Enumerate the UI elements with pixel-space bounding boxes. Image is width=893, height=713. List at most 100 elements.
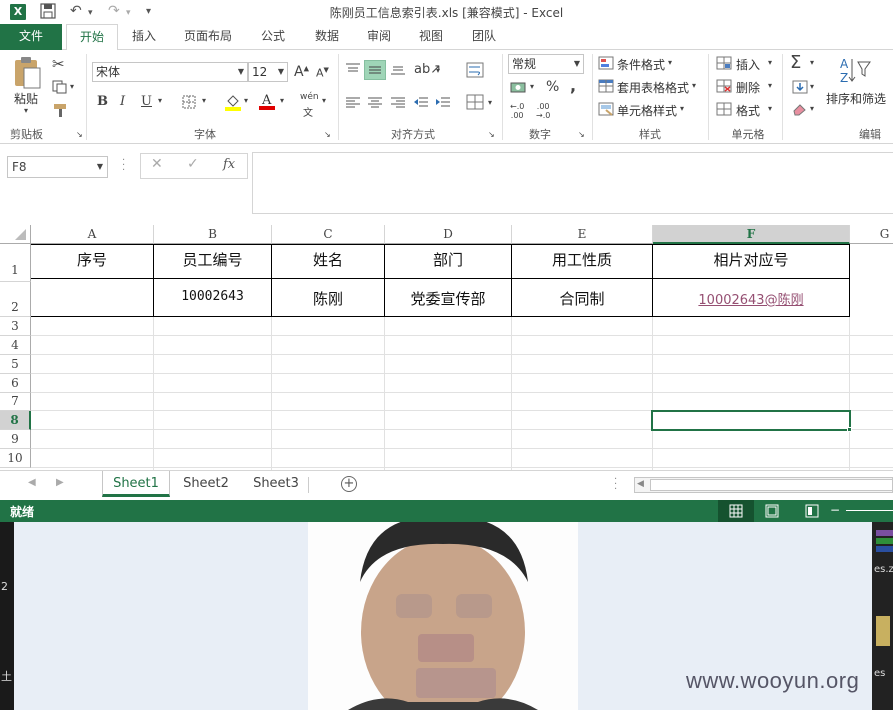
fill-color-dropdown-icon[interactable]: ▾ (244, 96, 248, 105)
format-as-table-dropdown-icon[interactable]: ▾ (692, 81, 696, 90)
cell-styles-dropdown-icon[interactable]: ▾ (680, 104, 684, 113)
sort-filter-button[interactable]: 排序和筛选 (826, 90, 886, 107)
phonetic-dropdown-icon[interactable]: ▾ (322, 96, 326, 105)
clear-icon[interactable] (792, 102, 808, 119)
fill-dropdown-icon[interactable]: ▾ (810, 82, 814, 91)
sheet-tab-sheet1[interactable]: Sheet1 (102, 471, 170, 497)
table-header-cell[interactable]: 姓名 (272, 249, 384, 270)
underline-button[interactable]: U (141, 94, 152, 109)
tab-review[interactable]: 审阅 (358, 24, 400, 50)
borders-icon[interactable] (182, 95, 196, 112)
column-header[interactable]: C (272, 225, 385, 244)
decrease-decimal-icon[interactable]: .00 →.0 (536, 102, 550, 120)
page-break-icon[interactable] (804, 504, 820, 521)
align-center-icon[interactable] (367, 96, 383, 111)
fill-handle[interactable] (847, 427, 852, 432)
column-header-selected[interactable]: F (653, 225, 850, 244)
cut-icon[interactable]: ✂ (52, 55, 65, 73)
autosum-dropdown-icon[interactable]: ▾ (810, 58, 814, 67)
cell-styles-icon[interactable] (598, 102, 614, 119)
align-left-icon[interactable] (345, 96, 361, 111)
scrollbar-thumb[interactable] (650, 479, 893, 491)
cell-styles-button[interactable]: 单元格样式 (617, 102, 677, 119)
font-color-dropdown-icon[interactable]: ▾ (280, 96, 284, 105)
normal-view-icon[interactable] (718, 500, 754, 522)
format-painter-icon[interactable] (52, 102, 68, 121)
column-header[interactable]: G (850, 225, 893, 244)
row-header[interactable]: 2 (0, 282, 31, 317)
table-cell[interactable]: 陈刚 (272, 288, 384, 309)
number-launcher-icon[interactable]: ↘ (578, 130, 585, 139)
insert-dropdown-icon[interactable]: ▾ (768, 58, 772, 67)
wrap-text-icon[interactable] (466, 62, 484, 81)
cancel-icon[interactable]: ✕ (151, 156, 163, 172)
table-cell[interactable]: 党委宣传部 (385, 288, 511, 309)
paste-icon[interactable] (12, 56, 42, 93)
align-middle-icon[interactable] (364, 60, 386, 80)
format-as-table-button[interactable]: 套用表格格式 (617, 79, 689, 96)
paste-dropdown-icon[interactable]: ▾ (24, 106, 28, 115)
bold-button[interactable]: B (97, 94, 108, 109)
zoom-out-icon[interactable]: − (830, 503, 840, 517)
merge-center-icon[interactable] (466, 94, 484, 113)
copy-dropdown-icon[interactable]: ▾ (70, 82, 74, 91)
currency-icon[interactable] (510, 80, 530, 99)
photo-hyperlink[interactable]: 10002643@陈刚 (653, 289, 849, 308)
tab-view[interactable]: 视图 (410, 24, 452, 50)
underline-dropdown-icon[interactable]: ▾ (158, 96, 162, 105)
percent-button[interactable]: % (546, 79, 559, 95)
row-header[interactable]: 3 (0, 317, 31, 336)
select-all-corner[interactable] (0, 225, 31, 244)
comma-button[interactable]: , (570, 76, 576, 95)
scroll-left-icon[interactable]: ◀ (637, 479, 644, 489)
row-header[interactable]: 5 (0, 355, 31, 374)
worksheet-grid[interactable]: A B C D E F G 1 2 3 4 5 6 7 8 9 10 序号 员工… (0, 222, 893, 470)
fill-icon[interactable] (792, 80, 808, 97)
tab-page-layout[interactable]: 页面布局 (176, 24, 240, 50)
delete-dropdown-icon[interactable]: ▾ (768, 81, 772, 90)
column-header[interactable]: E (512, 225, 653, 244)
page-layout-icon[interactable] (764, 504, 780, 521)
sheet-tab-sheet2[interactable]: Sheet2 (174, 471, 238, 497)
tab-insert[interactable]: 插入 (122, 24, 166, 50)
format-cells-icon[interactable] (716, 102, 732, 119)
font-name-select[interactable]: 宋体 ▼ (92, 62, 248, 82)
sort-filter-icon[interactable]: AZ (840, 56, 874, 89)
align-top-icon[interactable] (345, 62, 361, 79)
merge-dropdown-icon[interactable]: ▾ (488, 98, 492, 107)
column-header[interactable]: D (385, 225, 512, 244)
paste-button[interactable]: 粘贴 (14, 90, 38, 107)
increase-font-icon[interactable]: A▲ (294, 64, 309, 80)
conditional-format-button[interactable]: 条件格式 (617, 56, 665, 73)
font-launcher-icon[interactable]: ↘ (324, 130, 331, 139)
row-header[interactable]: 6 (0, 374, 31, 393)
zoom-slider[interactable] (846, 510, 893, 511)
insert-function-icon[interactable]: fx (223, 157, 235, 172)
insert-cells-icon[interactable] (716, 56, 732, 73)
autosum-icon[interactable]: Σ (790, 52, 801, 73)
format-as-table-icon[interactable] (598, 79, 614, 96)
decrease-font-icon[interactable]: A▼ (316, 66, 329, 80)
tab-file[interactable]: 文件 (0, 24, 62, 50)
row-header[interactable]: 10 (0, 449, 31, 468)
increase-indent-icon[interactable] (435, 96, 451, 111)
currency-dropdown-icon[interactable]: ▾ (530, 82, 534, 91)
delete-cells-button[interactable]: 删除 (736, 79, 760, 96)
alignment-launcher-icon[interactable]: ↘ (488, 130, 495, 139)
number-format-select[interactable]: 常规 ▼ (508, 54, 584, 74)
row-header-selected[interactable]: 8 (0, 411, 31, 430)
table-header-cell[interactable]: 序号 (31, 249, 153, 270)
align-bottom-icon[interactable] (390, 62, 406, 79)
conditional-format-icon[interactable] (598, 56, 614, 73)
formula-input[interactable] (252, 152, 893, 214)
clear-dropdown-icon[interactable]: ▾ (810, 104, 814, 113)
name-box[interactable]: F8 ▼ (7, 156, 108, 178)
column-header[interactable]: B (154, 225, 272, 244)
add-sheet-icon[interactable]: + (341, 476, 357, 492)
table-cell[interactable]: 10002643 (154, 289, 271, 304)
column-header[interactable]: A (31, 225, 154, 244)
tab-home[interactable]: 开始 (66, 24, 118, 51)
fill-color-icon[interactable] (224, 93, 242, 114)
confirm-icon[interactable]: ✓ (187, 156, 199, 172)
increase-decimal-icon[interactable]: ←.0.00 (510, 102, 524, 120)
